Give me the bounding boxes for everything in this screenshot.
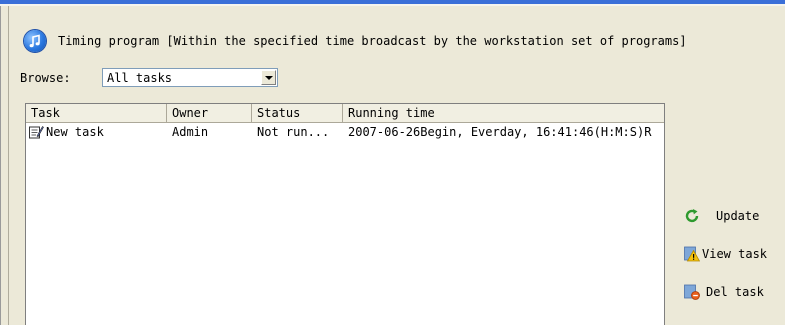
browse-select-value: All tasks (107, 71, 173, 85)
music-note-icon (24, 30, 46, 52)
browse-label: Browse: (20, 70, 71, 85)
warning-icon (684, 246, 701, 262)
column-header-running-time[interactable]: Running time (343, 104, 664, 122)
delete-icon (684, 284, 700, 300)
view-task-button[interactable]: View task (684, 244, 767, 264)
browse-select[interactable]: All tasks (102, 68, 278, 87)
del-task-label: Del task (706, 285, 764, 299)
column-header-task[interactable]: Task (26, 104, 167, 122)
update-button[interactable]: Update (684, 206, 767, 226)
chevron-down-icon[interactable] (261, 70, 276, 85)
table-row[interactable]: New task Admin Not run... 2007-06-26Begi… (26, 123, 664, 141)
task-cell: New task (26, 123, 167, 141)
running-time-cell: 2007-06-26Begin, Everday, 16:41:46(H:M:S… (348, 125, 652, 139)
task-list-header: Task Owner Status Running time (26, 104, 664, 123)
task-name: New task (46, 125, 104, 139)
window-top-highlight (0, 4, 785, 6)
status-cell: Not run... (257, 125, 330, 139)
left-divider (8, 6, 9, 325)
del-task-button[interactable]: Del task (684, 282, 767, 302)
browse-filter: Browse: All tasks (20, 68, 278, 87)
left-border (0, 6, 1, 325)
page-title: Timing program [Within the specified tim… (58, 34, 687, 48)
update-label: Update (716, 209, 760, 223)
view-task-label: View task (702, 247, 768, 261)
refresh-icon (684, 208, 700, 224)
column-header-owner[interactable]: Owner (167, 104, 252, 122)
column-header-status[interactable]: Status (252, 104, 343, 122)
owner-cell: Admin (172, 125, 209, 139)
task-icon (28, 124, 44, 140)
task-list[interactable]: Task Owner Status Running time New task … (25, 103, 665, 325)
page-header: Timing program [Within the specified tim… (24, 28, 687, 54)
action-panel: Update View task Del task (684, 206, 767, 320)
